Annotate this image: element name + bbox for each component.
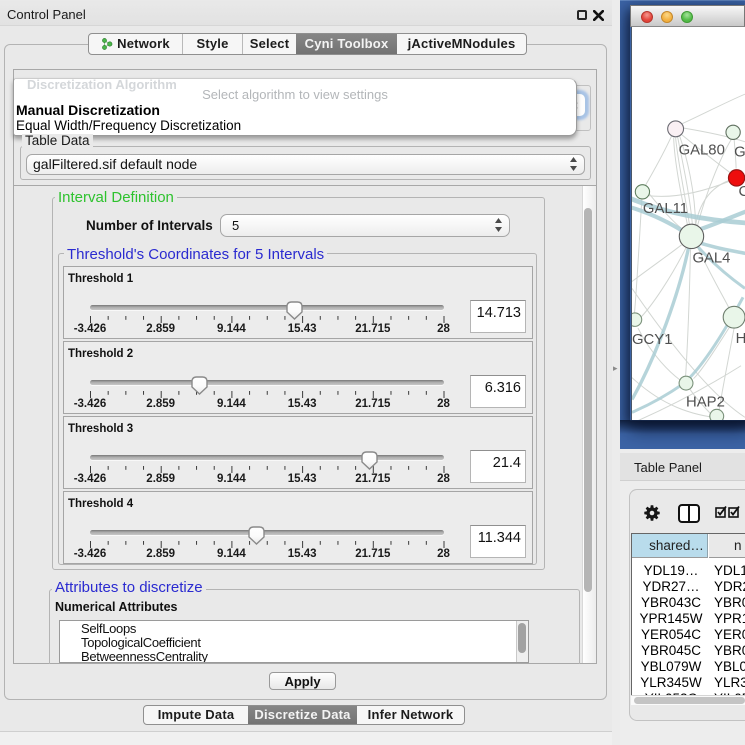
svg-text:G.: G. [734,145,745,161]
svg-text:H: H [736,331,745,347]
svg-text:GAL80: GAL80 [679,143,725,159]
svg-text:HAP2: HAP2 [686,394,725,410]
svg-text:GCY1: GCY1 [632,332,672,348]
svg-text:C: C [739,184,745,200]
svg-text:GAL11: GAL11 [643,201,688,217]
svg-text:GAL4: GAL4 [692,251,730,267]
